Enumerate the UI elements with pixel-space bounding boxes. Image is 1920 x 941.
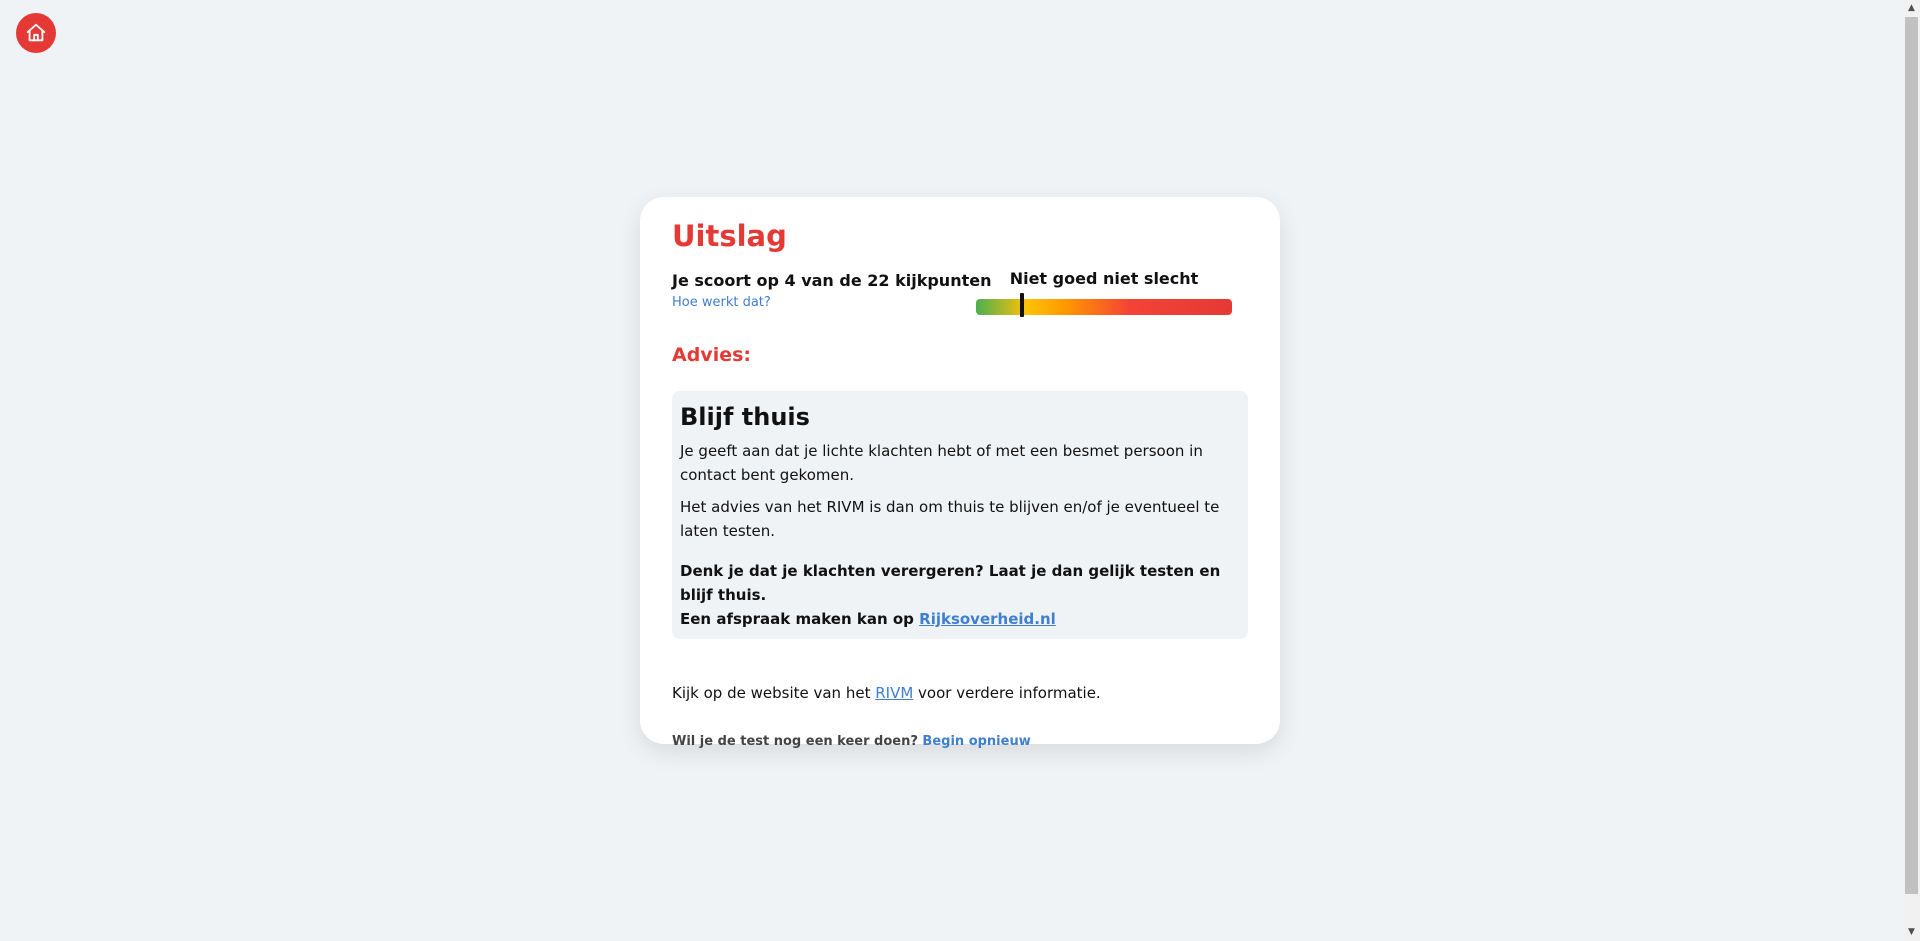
retry-text: Wil je de test nog een keer doen? Begin … <box>672 733 1248 751</box>
result-title: Uitslag <box>672 219 787 253</box>
advice-heading: Advies: <box>672 344 751 366</box>
restart-link[interactable]: Begin opnieuw <box>922 734 1030 749</box>
result-card: Uitslag Je scoort op 4 van de 22 kijkpun… <box>640 197 1280 749</box>
advice-test-line-1: Denk je dat je klachten verergeren? Laat… <box>680 562 1221 604</box>
advice-box: Blijf thuis Je geeft aan dat je lichte k… <box>672 391 1248 639</box>
advice-test-line-2: Een afspraak maken kan op <box>680 610 920 628</box>
score-text: Je scoort op 4 van de 22 kijkpunten <box>672 271 992 290</box>
score-row: Je scoort op 4 van de 22 kijkpunten Hoe … <box>672 269 1248 321</box>
advice-paragraph-2: Het advies van het RIVM is dan om thuis … <box>680 498 1220 540</box>
home-icon <box>26 23 46 42</box>
scroll-down-arrow-icon[interactable]: ▼ <box>1903 924 1920 941</box>
score-meter-bar <box>976 299 1232 315</box>
score-meter: Niet goed niet slecht <box>976 269 1232 321</box>
retry-question: Wil je de test nog een keer doen? <box>672 734 923 749</box>
score-meter-marker <box>1020 293 1024 317</box>
scrollbar-thumb[interactable] <box>1905 17 1918 894</box>
page-scrollbar[interactable]: ▲ ▼ <box>1903 0 1920 941</box>
info-text: Kijk op de website van het RIVM voor ver… <box>672 681 1248 705</box>
score-meter-label: Niet goed niet slecht <box>1009 269 1199 288</box>
info-prefix: Kijk op de website van het <box>672 684 876 702</box>
advice-test-instruction: Denk je dat je klachten verergeren? Laat… <box>680 559 1240 631</box>
scroll-up-arrow-icon[interactable]: ▲ <box>1903 0 1920 17</box>
advice-paragraph-1: Je geeft aan dat je lichte klachten hebt… <box>680 442 1203 484</box>
advice-title: Blijf thuis <box>680 403 810 431</box>
info-suffix: voor verdere informatie. <box>913 684 1101 702</box>
home-button[interactable] <box>16 13 56 53</box>
how-does-it-work-link[interactable]: Hoe werkt dat? <box>672 295 771 311</box>
rivm-link[interactable]: RIVM <box>875 684 913 702</box>
rijksoverheid-link[interactable]: Rijksoverheid.nl <box>919 610 1056 628</box>
